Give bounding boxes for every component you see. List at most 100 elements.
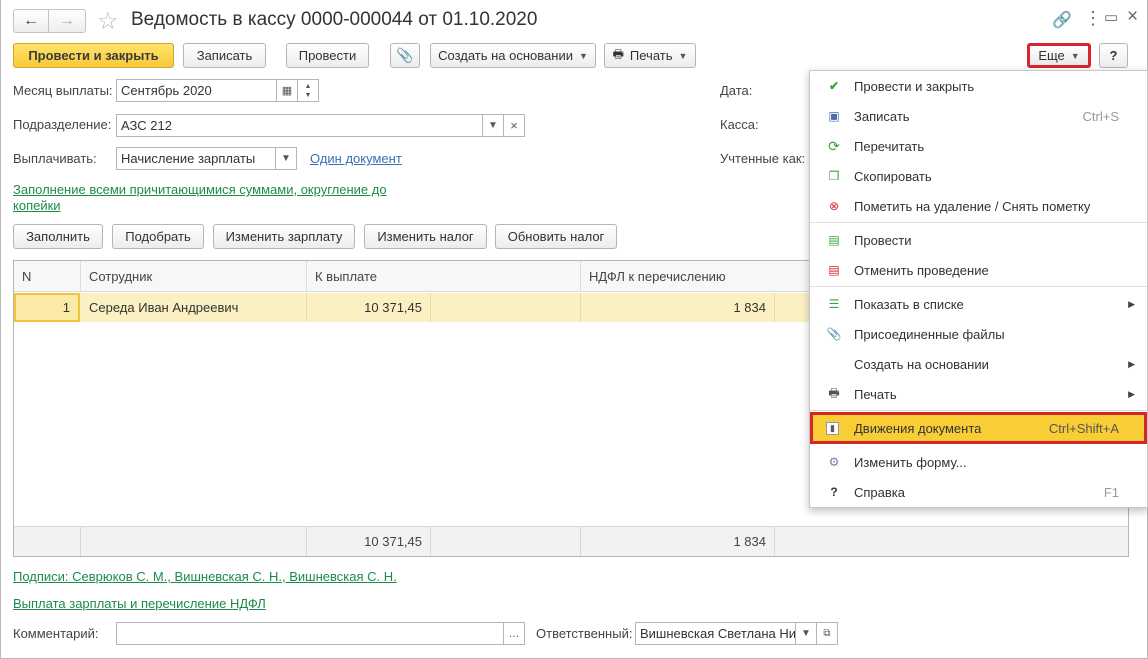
delete-mark-icon: ⊗ xyxy=(828,199,840,213)
cell-blank xyxy=(431,293,581,322)
responsible-dropdown[interactable]: ▼ xyxy=(795,622,817,645)
column-header-to-pay[interactable]: К выплате xyxy=(307,261,581,292)
check-icon: ✔ xyxy=(828,79,840,93)
menu-item-label: Скопировать xyxy=(854,168,932,184)
menu-item-shortcut: Ctrl+S xyxy=(1082,108,1119,124)
cell-to-pay[interactable]: 10 371,45 xyxy=(307,293,431,322)
refresh-tax-button[interactable]: Обновить налог xyxy=(495,224,617,249)
post-icon: ▤ xyxy=(828,233,840,247)
close-icon[interactable]: × xyxy=(1127,6,1138,28)
menu-item-post[interactable]: ▤ Провести xyxy=(810,225,1147,255)
total-ndfl: 1 834 xyxy=(581,527,775,556)
menu-item-post-close[interactable]: ✔ Провести и закрыть xyxy=(810,71,1147,101)
table-totals: 10 371,45 1 834 xyxy=(14,526,1128,556)
menu-item-help[interactable]: ? Справка F1 xyxy=(810,477,1147,507)
more-menu: ✔ Провести и закрыть ▣ Записать Ctrl+S ⟳… xyxy=(809,70,1148,508)
help-icon: ? xyxy=(830,485,838,499)
menu-item-change-form[interactable]: ⚙ Изменить форму... xyxy=(810,447,1147,477)
fill-button[interactable]: Заполнить xyxy=(13,224,103,249)
menu-item-shortcut: Ctrl+Shift+A xyxy=(1048,420,1119,436)
chevron-down-icon: ▼ xyxy=(281,153,291,164)
form-settings-icon: ⚙ xyxy=(828,455,840,469)
column-header-n[interactable]: N xyxy=(14,261,81,292)
menu-item-save[interactable]: ▣ Записать Ctrl+S xyxy=(810,101,1147,131)
save-icon: ▣ xyxy=(828,109,840,123)
menu-item-create-based[interactable]: Создать на основании ▶ xyxy=(810,349,1147,379)
payment-link[interactable]: Выплата зарплаты и перечисление НДФЛ xyxy=(13,596,266,611)
copy-icon: ❐ xyxy=(828,169,840,183)
stepper-up-icon[interactable]: ▲ xyxy=(305,82,312,91)
more-vert-icon[interactable]: ⋮ xyxy=(1084,8,1102,29)
ellipsis-icon: … xyxy=(508,627,520,640)
comment-expand[interactable]: … xyxy=(503,622,525,645)
change-tax-button[interactable]: Изменить налог xyxy=(364,224,487,249)
menu-item-document-movements[interactable]: ▮ Движения документа Ctrl+Shift+A xyxy=(810,412,1147,444)
chevron-down-icon: ▼ xyxy=(488,120,498,131)
print-label: Печать xyxy=(629,48,673,63)
attach-button[interactable]: 📎 xyxy=(390,43,420,68)
calendar-icon: ▦ xyxy=(281,85,293,97)
division-dropdown[interactable]: ▼ xyxy=(482,114,504,137)
total-blank xyxy=(431,527,581,556)
responsible-field[interactable]: Вишневская Светлана Ни xyxy=(635,622,796,645)
create-based-button[interactable]: Создать на основании ▼ xyxy=(430,43,596,68)
pay-field[interactable]: Начисление зарплаты xyxy=(116,147,276,170)
month-field[interactable]: Сентябрь 2020 xyxy=(116,79,277,102)
save-button[interactable]: Записать xyxy=(183,43,266,68)
paperclip-icon: 📎 xyxy=(826,327,842,341)
more-button[interactable]: Еще ▼ xyxy=(1027,43,1091,68)
month-label: Месяц выплаты: xyxy=(13,83,113,98)
pay-dropdown[interactable]: ▼ xyxy=(275,147,297,170)
cell-ndfl[interactable]: 1 834 xyxy=(581,293,775,322)
maximize-icon[interactable]: ▭ xyxy=(1104,8,1118,26)
one-document-link[interactable]: Один документ xyxy=(310,151,402,166)
menu-item-label: Перечитать xyxy=(854,138,925,154)
post-button[interactable]: Провести xyxy=(286,43,369,68)
cell-employee[interactable]: Середа Иван Андреевич xyxy=(81,293,307,322)
menu-item-unpost[interactable]: ▤ Отменить проведение xyxy=(810,255,1147,285)
menu-item-copy[interactable]: ❐ Скопировать xyxy=(810,161,1147,191)
fill-mode-link[interactable]: Заполнение всеми причитающимися суммами,… xyxy=(13,182,408,214)
link-icon[interactable]: 🔗 xyxy=(1052,10,1072,30)
comment-field[interactable] xyxy=(116,622,504,645)
total-to-pay: 10 371,45 xyxy=(307,527,431,556)
print-button[interactable]: 🖶 Печать ▼ xyxy=(604,43,696,68)
menu-separator xyxy=(810,286,1147,287)
forward-button[interactable]: → xyxy=(49,9,86,33)
menu-item-mark-delete[interactable]: ⊗ Пометить на удаление / Снять пометку xyxy=(810,191,1147,221)
month-stepper[interactable]: ▲ ▼ xyxy=(297,79,319,102)
help-button[interactable]: ? xyxy=(1099,43,1128,68)
cell-n[interactable]: 1 xyxy=(14,293,80,322)
window-title: Ведомость в кассу 0000-000044 от 01.10.2… xyxy=(131,9,538,30)
change-salary-button[interactable]: Изменить зарплату xyxy=(213,224,355,249)
post-close-button[interactable]: Провести и закрыть xyxy=(13,43,174,68)
division-label: Подразделение: xyxy=(13,117,112,132)
responsible-open[interactable]: ⧉ xyxy=(816,622,838,645)
select-button[interactable]: Подобрать xyxy=(112,224,204,249)
comment-label: Комментарий: xyxy=(13,626,99,641)
chevron-down-icon: ▼ xyxy=(678,50,688,61)
menu-item-label: Движения документа xyxy=(854,420,982,436)
division-clear[interactable]: × xyxy=(503,114,525,137)
unpost-icon: ▤ xyxy=(828,263,840,277)
calendar-button[interactable]: ▦ xyxy=(276,79,298,102)
menu-item-label: Справка xyxy=(854,484,905,500)
back-button[interactable]: ← xyxy=(13,9,49,33)
menu-item-print[interactable]: 🖶 Печать ▶ xyxy=(810,379,1147,409)
column-header-employee[interactable]: Сотрудник xyxy=(81,261,307,292)
paperclip-icon: 📎 xyxy=(396,47,414,63)
movements-icon: ▮ xyxy=(826,421,839,435)
clear-icon: × xyxy=(510,118,518,133)
menu-item-attached-files[interactable]: 📎 Присоединенные файлы xyxy=(810,319,1147,349)
menu-item-label: Изменить форму... xyxy=(854,454,967,470)
stepper-down-icon[interactable]: ▼ xyxy=(305,91,312,100)
star-icon[interactable]: ☆ xyxy=(97,7,119,36)
chevron-down-icon: ▼ xyxy=(1070,50,1080,61)
menu-item-reread[interactable]: ⟳ Перечитать xyxy=(810,131,1147,161)
signatures-link[interactable]: Подписи: Севрюков С. М., Вишневская С. Н… xyxy=(13,569,397,584)
menu-item-show-list[interactable]: ☰ Показать в списке ▶ xyxy=(810,289,1147,319)
menu-item-label: Печать xyxy=(854,386,897,402)
total-n xyxy=(14,527,81,556)
division-field[interactable]: АЗС 212 xyxy=(116,114,483,137)
menu-item-label: Создать на основании xyxy=(854,356,989,372)
